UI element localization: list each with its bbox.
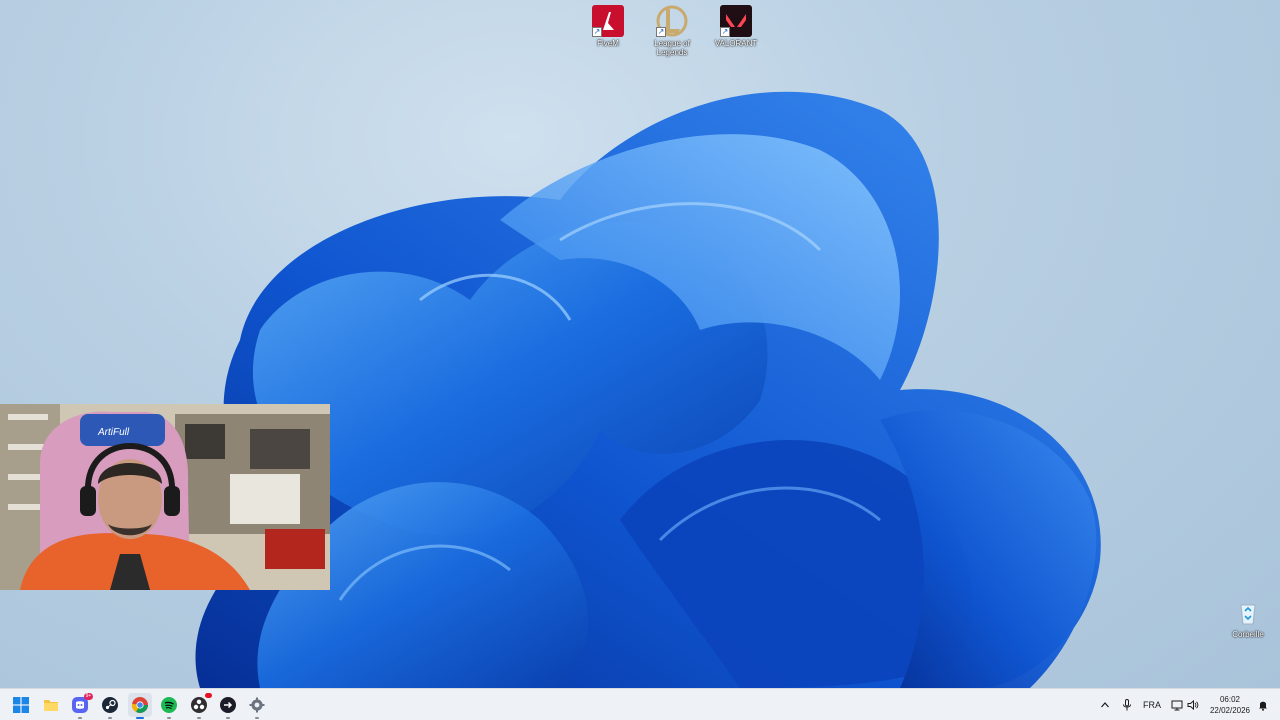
tray-microphone[interactable] bbox=[1120, 695, 1134, 715]
taskbar-spotify[interactable] bbox=[157, 693, 181, 719]
chair-logo-text: ArtiFull bbox=[97, 427, 130, 438]
shortcut-arrow-icon: ↗ bbox=[592, 27, 602, 37]
gear-icon bbox=[249, 697, 265, 713]
tray-notifications[interactable] bbox=[1256, 695, 1270, 715]
tray-language[interactable]: FRA bbox=[1140, 695, 1164, 715]
desktop-icon-label: Corbeille bbox=[1232, 630, 1264, 639]
desktop-icon-recycle-bin[interactable]: Corbeille bbox=[1216, 596, 1280, 639]
taskbar-steam[interactable] bbox=[98, 693, 122, 719]
desktop-icon-label: League of Legends bbox=[654, 39, 690, 57]
running-indicator bbox=[226, 717, 230, 719]
taskbar-clock[interactable]: 06:02 22/02/2026 bbox=[1204, 694, 1256, 716]
running-indicator bbox=[78, 717, 82, 719]
steam-icon bbox=[102, 697, 118, 713]
taskbar-settings[interactable] bbox=[245, 693, 269, 719]
running-indicator bbox=[136, 717, 144, 719]
valorant-icon: ↗ bbox=[720, 5, 752, 37]
webcam-overlay: ArtiFull bbox=[0, 404, 330, 590]
desktop-icon-fivem[interactable]: ↗ FiveM bbox=[576, 5, 640, 48]
taskbar-file-explorer[interactable] bbox=[39, 693, 63, 717]
recycle-bin-icon bbox=[1232, 596, 1264, 628]
taskbar-start-button[interactable] bbox=[9, 693, 33, 717]
taskbar-app[interactable] bbox=[216, 693, 240, 719]
obs-icon bbox=[191, 697, 207, 713]
fivem-icon: ↗ bbox=[592, 5, 624, 37]
microphone-icon bbox=[1123, 699, 1131, 711]
arrow-app-icon bbox=[220, 697, 236, 713]
volume-icon bbox=[1187, 699, 1199, 711]
league-of-legends-icon: ↗ bbox=[656, 5, 688, 37]
desktop: ↗ FiveM ↗ League of Legends ↗ VALORANT C… bbox=[0, 0, 1280, 688]
tray-volume[interactable] bbox=[1186, 695, 1200, 715]
tray-network[interactable] bbox=[1170, 695, 1184, 715]
shortcut-arrow-icon: ↗ bbox=[720, 27, 730, 37]
windows-start-icon bbox=[13, 697, 29, 713]
clock-time: 06:02 bbox=[1219, 695, 1241, 704]
running-indicator bbox=[108, 717, 112, 719]
notification-icon bbox=[1259, 701, 1267, 711]
running-indicator bbox=[197, 717, 201, 719]
desktop-icon-label: VALORANT bbox=[714, 39, 758, 48]
shortcut-arrow-icon: ↗ bbox=[656, 27, 666, 37]
taskbar: 9+ FRA 06:02 22/02/2026 bbox=[0, 688, 1280, 720]
network-icon bbox=[1171, 700, 1183, 711]
taskbar-chrome[interactable] bbox=[128, 693, 152, 719]
folder-icon bbox=[44, 700, 58, 711]
tray-overflow-button[interactable] bbox=[1098, 695, 1112, 715]
clock-date: 22/02/2026 bbox=[1209, 706, 1251, 715]
spotify-icon bbox=[161, 697, 177, 713]
taskbar-discord[interactable]: 9+ bbox=[68, 693, 93, 719]
recording-indicator bbox=[205, 693, 212, 698]
desktop-icon-label: FiveM bbox=[597, 39, 619, 48]
desktop-icon-league-of-legends[interactable]: ↗ League of Legends bbox=[640, 5, 704, 57]
notification-badge: 9+ bbox=[84, 693, 93, 700]
running-indicator bbox=[167, 717, 171, 719]
chrome-icon bbox=[132, 697, 148, 713]
desktop-icon-valorant[interactable]: ↗ VALORANT bbox=[704, 5, 768, 48]
chevron-up-icon bbox=[1101, 702, 1109, 708]
running-indicator bbox=[255, 717, 259, 719]
taskbar-obs[interactable] bbox=[187, 693, 212, 719]
